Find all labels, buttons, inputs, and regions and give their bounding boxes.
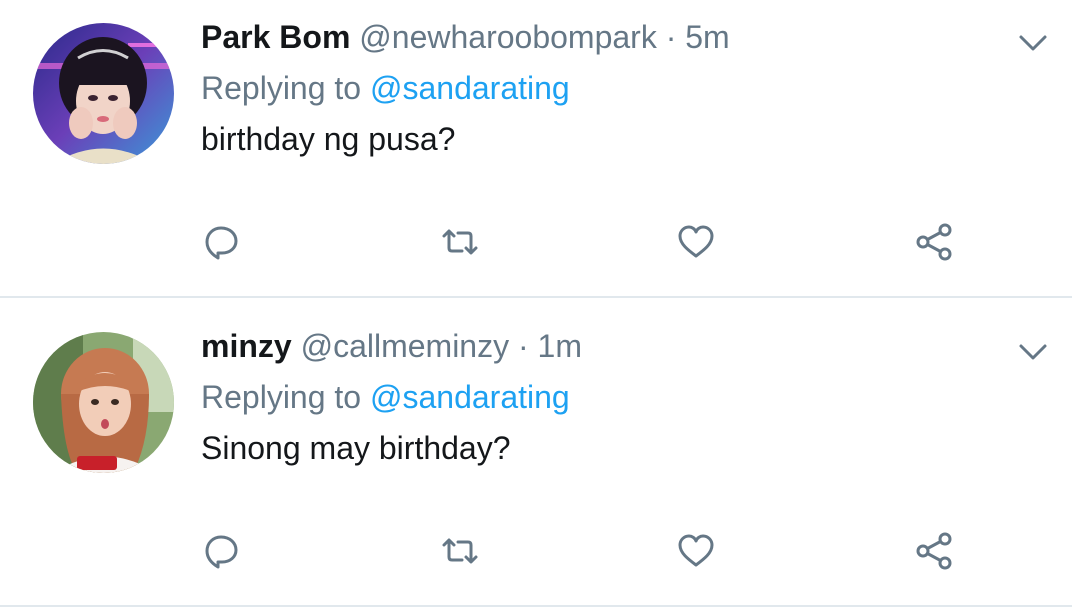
avatar-image xyxy=(33,23,174,164)
tweet-text: birthday ng pusa? xyxy=(201,121,456,157)
share-button[interactable] xyxy=(915,531,955,571)
reply-button[interactable] xyxy=(201,222,241,262)
reply-button[interactable] xyxy=(201,531,241,571)
reply-icon xyxy=(205,226,238,260)
avatar-image xyxy=(33,332,174,473)
retweet-button[interactable] xyxy=(440,531,480,571)
retweet-icon xyxy=(442,538,478,564)
like-icon xyxy=(678,534,714,567)
avatar[interactable] xyxy=(33,23,174,164)
tweet[interactable]: minzy @callmeminzy · 1m Replying to @san… xyxy=(0,309,1072,607)
share-button[interactable] xyxy=(915,222,955,262)
replying-to-line: Replying to @sandarating xyxy=(201,66,570,110)
display-name[interactable]: minzy xyxy=(201,328,292,364)
divider xyxy=(0,605,1072,607)
retweet-button[interactable] xyxy=(440,222,480,262)
separator-dot: · xyxy=(517,328,529,364)
replying-to-line: Replying to @sandarating xyxy=(201,375,570,419)
mention-link[interactable]: @sandarating xyxy=(370,70,570,106)
like-button[interactable] xyxy=(676,531,716,571)
user-handle[interactable]: @callmeminzy xyxy=(301,328,510,364)
tweet[interactable]: Park Bom @newharoobompark · 5m Replying … xyxy=(0,0,1072,298)
separator-dot: · xyxy=(665,19,677,55)
display-name[interactable]: Park Bom xyxy=(201,19,350,55)
reply-icon xyxy=(205,535,238,569)
retweet-icon xyxy=(442,229,478,255)
chevron-down-icon[interactable] xyxy=(1015,338,1051,366)
like-button[interactable] xyxy=(676,222,716,262)
mention-link[interactable]: @sandarating xyxy=(370,379,570,415)
avatar[interactable] xyxy=(33,332,174,473)
timestamp[interactable]: 5m xyxy=(685,19,729,55)
tweet-header: minzy @callmeminzy · 1m xyxy=(201,324,582,368)
user-handle[interactable]: @newharoobompark xyxy=(359,19,657,55)
share-icon xyxy=(916,532,952,570)
share-icon xyxy=(916,223,952,261)
tweet-header: Park Bom @newharoobompark · 5m xyxy=(201,15,730,59)
timestamp[interactable]: 1m xyxy=(538,328,582,364)
replying-to-label: Replying to xyxy=(201,70,362,106)
chevron-down-icon[interactable] xyxy=(1015,29,1051,57)
tweet-text: Sinong may birthday? xyxy=(201,430,511,466)
replying-to-label: Replying to xyxy=(201,379,362,415)
like-icon xyxy=(678,225,714,258)
divider xyxy=(0,296,1072,298)
